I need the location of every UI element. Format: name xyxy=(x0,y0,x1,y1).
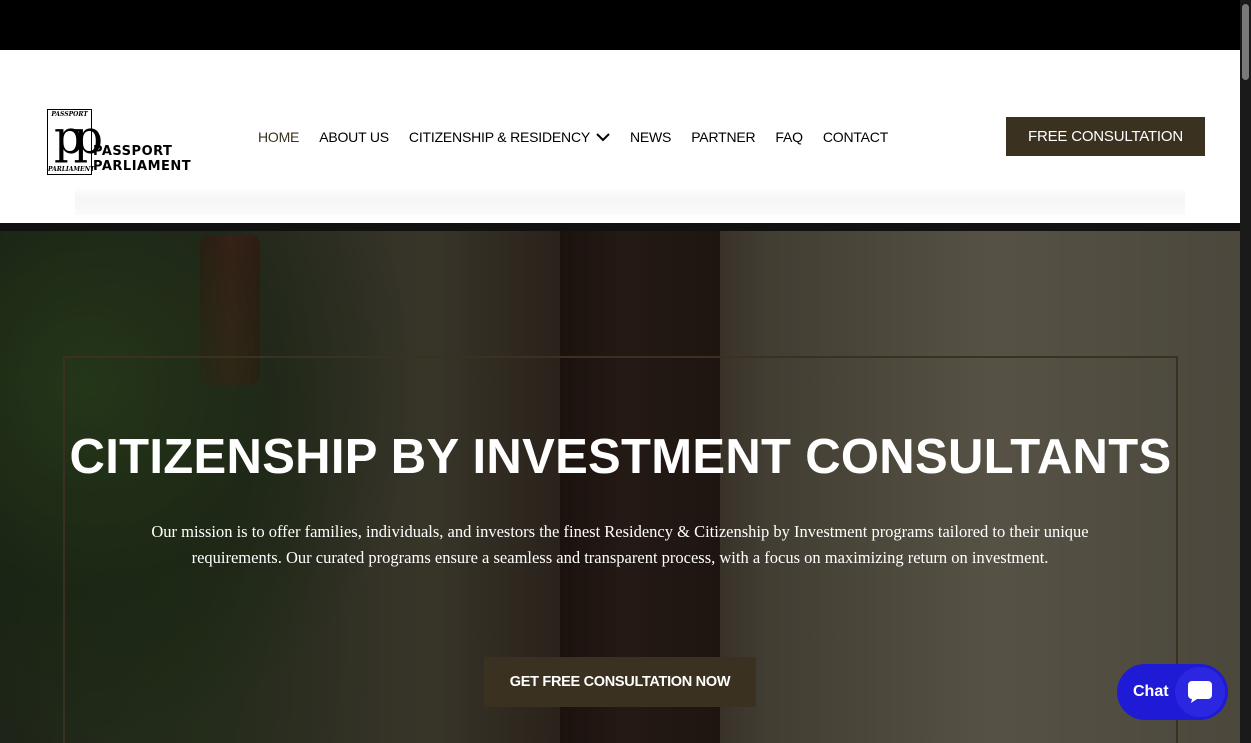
site-logo[interactable]: PASSPORT pp PARLIAMENT PASSPORT PARLIAME… xyxy=(47,109,199,175)
nav-item-contact[interactable]: CONTACT xyxy=(823,129,888,145)
hero-description: Our mission is to offer families, indivi… xyxy=(95,519,1145,571)
nav-item-label: HOME xyxy=(258,129,300,145)
nav-item-label: NEWS xyxy=(630,129,672,145)
get-free-consultation-button[interactable]: GET FREE CONSULTATION NOW xyxy=(484,657,756,707)
nav-item-label: PARTNER xyxy=(691,129,756,145)
nav-item-about-us[interactable]: ABOUT US xyxy=(319,129,389,145)
nav-item-partner[interactable]: PARTNER xyxy=(691,129,755,145)
page: PASSPORT pp PARLIAMENT PASSPORT PARLIAME… xyxy=(0,0,1251,743)
chat-icon-wrap xyxy=(1175,667,1225,717)
nav-item-home[interactable]: HOME xyxy=(258,129,299,145)
header-shadow xyxy=(75,187,1185,215)
nav-item-label: CITIZENSHIP & RESIDENCY xyxy=(408,129,590,145)
free-consultation-button[interactable]: FREE CONSULTATION xyxy=(1006,117,1205,156)
hero-title: CITIZENSHIP BY INVESTMENT CONSULTANTS xyxy=(69,430,1172,484)
scrollbar-track[interactable] xyxy=(1240,0,1251,743)
chat-widget-button[interactable]: Chat xyxy=(1117,664,1228,720)
nav-item-news[interactable]: NEWS xyxy=(630,129,671,145)
logo-mark: PASSPORT pp PARLIAMENT xyxy=(47,109,103,175)
main-nav: HOME ABOUT US CITIZENSHIP & RESIDENCY NE… xyxy=(258,127,908,147)
hero-description-line-1: Our mission is to offer families, indivi… xyxy=(151,522,1089,541)
logo-word-passport: PASSPORT xyxy=(93,144,173,159)
logo-word-parliament: PARLIAMENT xyxy=(93,159,192,174)
chevron-down-icon xyxy=(596,133,610,142)
nav-item-citizenship-residency[interactable]: CITIZENSHIP & RESIDENCY xyxy=(409,129,610,145)
chat-label: Chat xyxy=(1133,683,1169,700)
nav-item-label: CONTACT xyxy=(822,129,889,145)
hero-description-line-2: requirements. Our curated programs ensur… xyxy=(191,548,1049,567)
nav-item-label: ABOUT US xyxy=(319,129,389,145)
logo-glyph: pp xyxy=(54,110,103,164)
scrollbar-thumb[interactable] xyxy=(1242,4,1249,80)
hero-section: CITIZENSHIP BY INVESTMENT CONSULTANTS Ou… xyxy=(0,223,1240,743)
nav-item-label: FAQ xyxy=(775,129,803,145)
nav-item-faq[interactable]: FAQ xyxy=(775,129,803,145)
logo-mark-bottom-text: PARLIAMENT xyxy=(48,166,95,173)
hero-top-strip xyxy=(0,223,1240,231)
top-bar xyxy=(0,0,1240,50)
chat-bubble-icon xyxy=(1188,681,1212,703)
